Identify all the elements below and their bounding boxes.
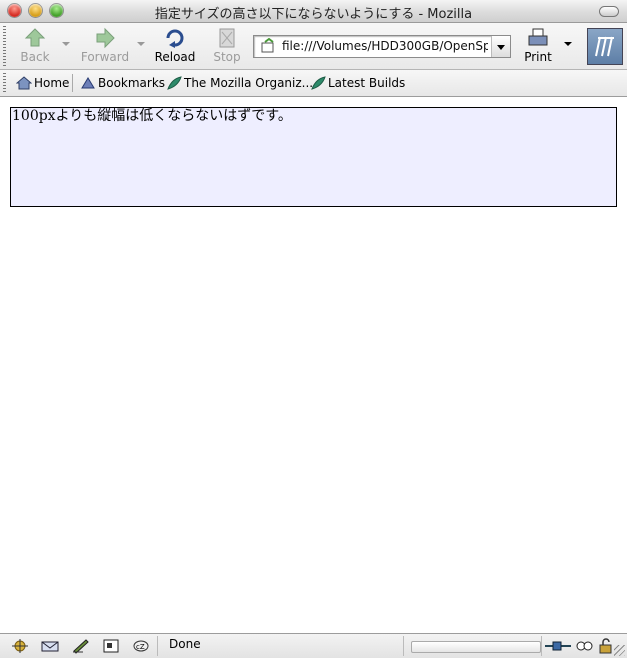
reload-button[interactable]: Reload: [152, 25, 198, 67]
bookmark-leaf-icon: [167, 76, 182, 90]
min-height-box: 100pxよりも縦幅は低くならないはずです。: [10, 107, 617, 207]
printer-icon: [528, 28, 548, 46]
offline-online-icon[interactable]: [544, 638, 572, 654]
print-dropdown-icon[interactable]: [564, 42, 572, 46]
url-history-dropdown-button[interactable]: [491, 36, 510, 57]
status-bar: cZ Done: [0, 633, 627, 658]
print-label: Print: [524, 50, 552, 64]
stop-icon: [219, 28, 235, 48]
home-label: Home: [34, 76, 70, 90]
personal-toolbar-grip[interactable]: [3, 73, 6, 93]
status-separator: [157, 636, 158, 656]
bookmark-leaf-icon: [311, 76, 326, 90]
svg-text:cZ: cZ: [136, 643, 145, 651]
bookmark-latest-builds-label: Latest Builds: [328, 76, 406, 90]
resize-grip[interactable]: [614, 645, 625, 656]
toolbar-toggle-button[interactable]: [599, 6, 619, 17]
back-button[interactable]: Back: [12, 25, 58, 67]
page-content: 100pxよりも縦幅は低くならないはずです。: [0, 97, 627, 632]
url-field[interactable]: file:///Volumes/HDD300GB/OpenSpac: [253, 35, 511, 58]
forward-arrow-icon: [96, 27, 115, 49]
navigation-toolbar: Back Forward Reload Stop file:///Volumes…: [0, 23, 627, 70]
home-icon: [15, 76, 33, 90]
reload-label: Reload: [154, 50, 196, 64]
print-button[interactable]: Print: [515, 25, 561, 67]
forward-label: Forward: [80, 50, 130, 64]
bookmarks-icon: [81, 77, 95, 89]
forward-button[interactable]: Forward: [80, 25, 130, 67]
bookmark-latest-builds[interactable]: Latest Builds: [310, 74, 405, 92]
title-bar: 指定サイズの高さ以下にならないようにする - Mozilla: [0, 0, 627, 23]
toolbar-separator: [72, 74, 73, 92]
personal-toolbar: Home Bookmarks The Mozilla Organiz... La…: [0, 70, 627, 97]
bookmark-mozilla-org[interactable]: The Mozilla Organiz...: [166, 74, 313, 92]
mail-icon[interactable]: [40, 638, 60, 654]
back-label: Back: [20, 50, 50, 64]
mozilla-m-glyph: [595, 36, 614, 57]
status-separator: [541, 636, 542, 656]
stop-button[interactable]: Stop: [204, 25, 250, 67]
reload-icon: [166, 29, 184, 48]
status-separator: [403, 636, 404, 656]
navigator-icon[interactable]: [10, 638, 30, 654]
irc-chat-icon[interactable]: cZ: [131, 638, 151, 654]
url-text: file:///Volumes/HDD300GB/OpenSpac: [282, 39, 488, 53]
bookmarks-label: Bookmarks: [98, 76, 166, 90]
stop-label: Stop: [213, 50, 241, 64]
composer-icon[interactable]: [71, 638, 91, 654]
security-lock-icon[interactable]: [596, 638, 616, 654]
bookmark-mozilla-org-label: The Mozilla Organiz...: [184, 76, 314, 90]
back-dropdown-icon[interactable]: [62, 42, 70, 46]
window-title: 指定サイズの高さ以下にならないようにする - Mozilla: [154, 7, 473, 22]
page-proxy-icon[interactable]: [260, 38, 276, 54]
security-info-icon[interactable]: [574, 638, 594, 654]
status-text: Done: [169, 637, 201, 651]
home-button[interactable]: Home: [15, 74, 70, 92]
forward-dropdown-icon[interactable]: [137, 42, 145, 46]
back-arrow-icon: [24, 28, 46, 47]
bookmarks-button[interactable]: Bookmarks: [80, 74, 165, 92]
progress-meter: [411, 641, 541, 653]
mozilla-logo-icon[interactable]: [587, 28, 623, 65]
toolbar-grip[interactable]: [3, 26, 6, 66]
address-book-icon[interactable]: [101, 638, 121, 654]
